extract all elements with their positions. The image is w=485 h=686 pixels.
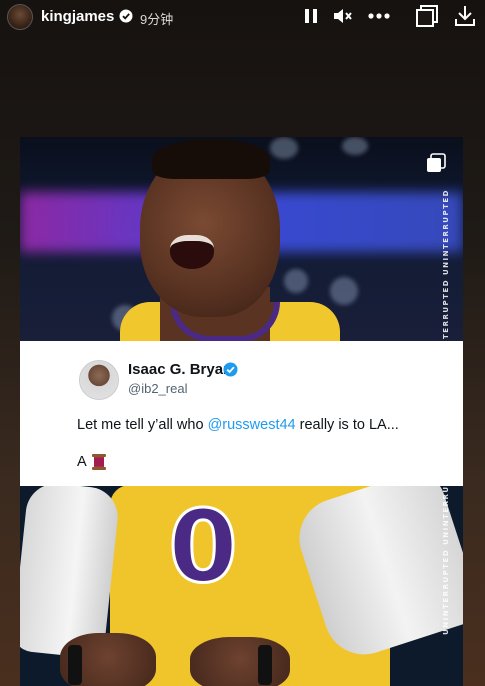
download-button[interactable]: [452, 4, 478, 28]
player-hair: [152, 139, 270, 179]
tweet-line-2-text: A: [77, 454, 87, 470]
multi-page-button[interactable]: [414, 4, 440, 28]
multi-page-icon: [416, 5, 438, 27]
fist-right: [190, 637, 290, 686]
light-bokeh: [330, 277, 358, 305]
tweet-handle: @ib2_real: [128, 381, 188, 396]
more-options-button[interactable]: [366, 4, 392, 28]
tweet-line-2: A: [77, 453, 107, 471]
tweet-text-before: Let me tell y’all who: [77, 417, 208, 433]
tweet-text-after: really is to LA...: [295, 417, 399, 433]
story-header: kingjames 9分钟: [0, 0, 485, 34]
pause-icon: [305, 9, 317, 23]
mute-icon: [334, 9, 352, 23]
tweet-display-name: Isaac G. Bryan: [128, 361, 233, 378]
username[interactable]: kingjames: [41, 8, 114, 25]
mute-button[interactable]: [330, 4, 356, 28]
verified-badge-icon: [223, 362, 238, 377]
jersey-number: 0: [167, 488, 240, 605]
tweet-card: Isaac G. Bryan @ib2_real Let me tell y’a…: [20, 341, 463, 486]
post-image[interactable]: 0 UNINTERRUPTED UNINTERRUPTED UNINTERRUP…: [20, 137, 463, 686]
light-bokeh: [270, 137, 298, 159]
tweet-avatar: [79, 360, 119, 400]
light-bokeh: [342, 137, 368, 155]
tweet-mention: @russwest44: [207, 417, 296, 433]
more-icon: [368, 13, 390, 19]
post-time: 9分钟: [140, 12, 174, 27]
player-mouth: [170, 235, 214, 269]
avatar[interactable]: [7, 4, 33, 30]
thread-spool-icon: [91, 454, 106, 470]
pause-button[interactable]: [298, 4, 324, 28]
verified-badge-icon: [119, 9, 133, 23]
light-bokeh: [284, 269, 308, 293]
download-icon: [455, 6, 475, 26]
tweet-text: Let me tell y’all who @russwest44 really…: [77, 417, 399, 433]
wristband-left: [68, 645, 82, 685]
wristband-right: [258, 645, 272, 685]
